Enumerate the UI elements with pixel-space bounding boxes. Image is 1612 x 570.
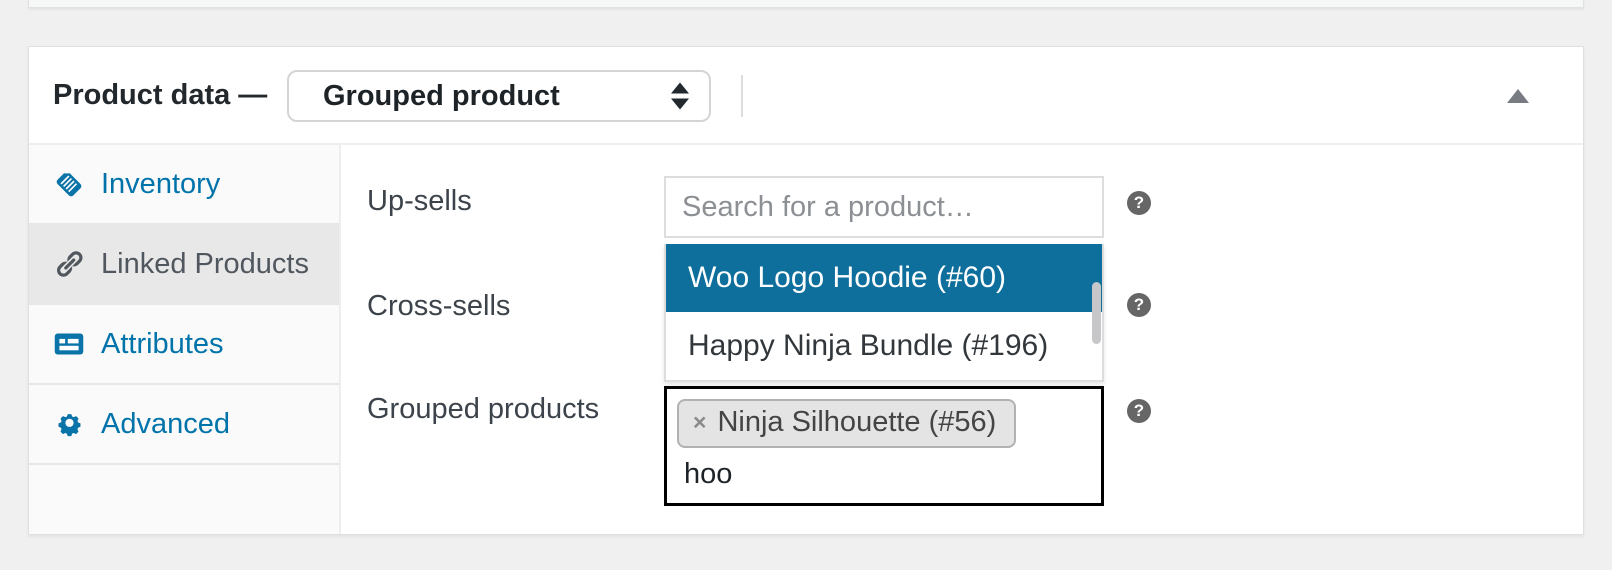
- crosssells-help-icon[interactable]: ?: [1127, 293, 1151, 317]
- search-result-item[interactable]: Woo Logo Hoodie (#60): [666, 244, 1102, 312]
- header-divider: [741, 75, 743, 117]
- linked-products-panel: Up-sells Cross-sells Grouped products Wo…: [341, 145, 1583, 534]
- grouped-products-label: Grouped products: [367, 394, 599, 424]
- select-spinner-icon: [671, 83, 689, 110]
- product-type-select[interactable]: Grouped product: [287, 70, 711, 122]
- tag-icon: [54, 169, 84, 199]
- crosssells-label: Cross-sells: [367, 291, 510, 321]
- selected-product-tag: × Ninja Silhouette (#56): [677, 399, 1016, 448]
- search-result-item[interactable]: Happy Ninja Bundle (#196): [666, 312, 1102, 380]
- product-data-tabs: Inventory Linked Products: [29, 145, 341, 534]
- remove-tag-icon[interactable]: ×: [693, 411, 706, 434]
- collapse-panel-icon[interactable]: [1507, 89, 1529, 103]
- product-data-body: Inventory Linked Products: [29, 145, 1583, 534]
- tab-attributes[interactable]: Attributes: [29, 305, 339, 385]
- tab-advanced[interactable]: Advanced: [29, 385, 339, 465]
- tab-label: Advanced: [101, 408, 230, 441]
- grouped-products-help-icon[interactable]: ?: [1127, 399, 1151, 423]
- tab-label: Linked Products: [101, 248, 309, 281]
- product-data-panel: Product data — Grouped product: [28, 46, 1584, 535]
- gear-icon: [54, 409, 84, 439]
- product-type-value: Grouped product: [323, 80, 560, 113]
- upsells-search-input[interactable]: [664, 176, 1104, 238]
- tab-label: Inventory: [101, 168, 220, 201]
- tab-linked-products[interactable]: Linked Products: [29, 225, 339, 305]
- link-icon: [54, 249, 84, 279]
- panel-title: Product data —: [53, 47, 267, 143]
- upsells-label: Up-sells: [367, 186, 472, 216]
- selected-product-tag-label: Ninja Silhouette (#56): [717, 406, 996, 439]
- grouped-products-search-input[interactable]: [682, 457, 1062, 492]
- attributes-icon: [54, 329, 84, 359]
- grouped-products-field[interactable]: × Ninja Silhouette (#56): [664, 386, 1104, 506]
- previous-metabox-edge: [28, 0, 1584, 8]
- product-data-header: Product data — Grouped product: [29, 47, 1583, 145]
- tab-inventory[interactable]: Inventory: [29, 145, 339, 225]
- product-search-results: Woo Logo Hoodie (#60) Happy Ninja Bundle…: [664, 244, 1104, 382]
- upsells-help-icon[interactable]: ?: [1127, 191, 1151, 215]
- tab-label: Attributes: [101, 328, 224, 361]
- dropdown-scrollbar[interactable]: [1092, 282, 1101, 344]
